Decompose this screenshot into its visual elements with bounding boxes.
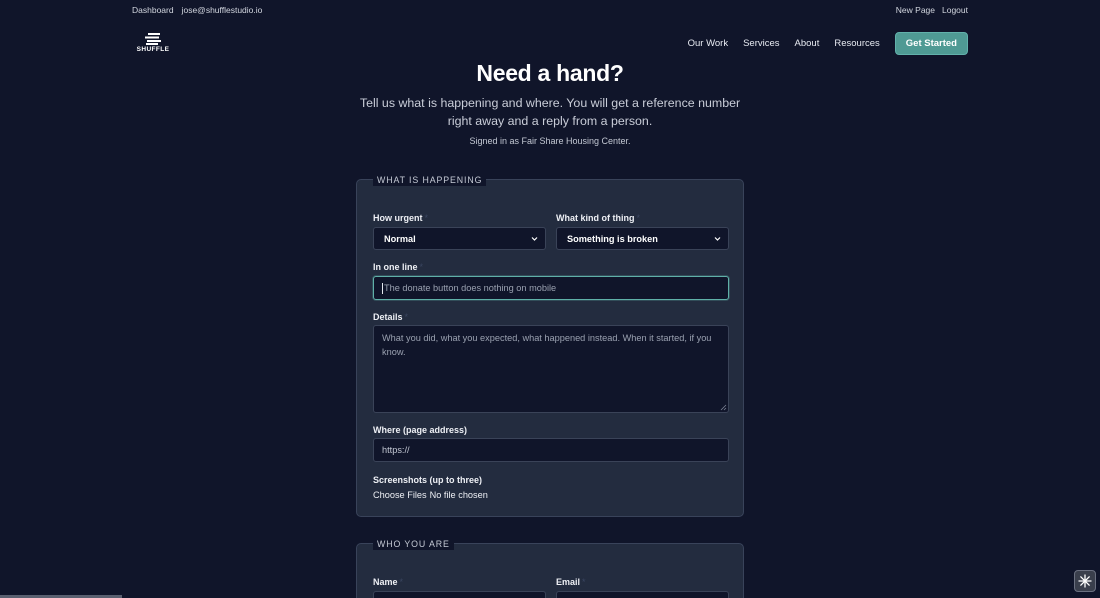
- where-label: Where (page address): [373, 425, 468, 435]
- nav-resources[interactable]: Resources: [834, 38, 879, 49]
- kind-label-text: What kind of thing: [556, 213, 635, 223]
- main-nav: Our Work Services About Resources Get St…: [688, 32, 968, 55]
- logout-link[interactable]: Logout: [942, 5, 968, 15]
- kind-select-value: Something is broken: [567, 233, 658, 244]
- new-page-link[interactable]: New Page: [896, 5, 935, 15]
- where-input[interactable]: https://: [373, 438, 729, 462]
- nav-our-work[interactable]: Our Work: [688, 38, 728, 49]
- email-label-text: Email: [556, 577, 581, 587]
- details-textarea[interactable]: What you did, what you expected, what ha…: [373, 325, 729, 413]
- fieldset-legend: WHO YOU ARE: [373, 538, 454, 550]
- name-label-text: Name: [373, 577, 398, 587]
- get-started-button[interactable]: Get Started: [894, 32, 968, 55]
- kind-select[interactable]: Something is broken: [556, 227, 729, 250]
- where-placeholder: https://: [382, 445, 410, 455]
- email-input[interactable]: [556, 591, 729, 598]
- required-mark: *: [404, 312, 409, 322]
- urgency-label-text: How urgent: [373, 213, 423, 223]
- urgency-label: How urgent *: [373, 213, 428, 223]
- details-label: Details *: [373, 312, 408, 322]
- oneline-label: In one line *: [373, 262, 423, 272]
- required-mark: *: [419, 262, 424, 272]
- user-email-link[interactable]: jose@shufflestudio.io: [182, 5, 263, 15]
- screenshots-label: Screenshots (up to three): [373, 475, 483, 485]
- nav-about[interactable]: About: [795, 38, 820, 49]
- resize-handle-icon[interactable]: [720, 404, 727, 411]
- required-mark: *: [399, 577, 404, 587]
- email-label: Email *: [556, 577, 586, 587]
- name-input[interactable]: [373, 591, 546, 598]
- urgency-select-value: Normal: [384, 233, 416, 244]
- choose-files-button[interactable]: Choose Files: [373, 490, 427, 500]
- screenshots-file-input[interactable]: Choose Files No file chosen: [373, 490, 488, 500]
- assistant-launcher-button[interactable]: [1074, 570, 1096, 592]
- details-label-text: Details: [373, 312, 403, 322]
- what-is-happening-fieldset: WHAT IS HAPPENING How urgent * Normal Wha…: [356, 174, 744, 517]
- fieldset-legend: WHAT IS HAPPENING: [373, 174, 487, 186]
- admin-bar-left: Dashboard jose@shufflestudio.io: [132, 5, 262, 15]
- required-mark: *: [582, 577, 586, 587]
- logo-text: SHUFFLE: [136, 46, 170, 53]
- details-placeholder: What you did, what you expected, what ha…: [382, 333, 712, 357]
- oneline-label-text: In one line: [373, 262, 418, 272]
- text-caret: [382, 282, 383, 294]
- required-mark: *: [636, 213, 640, 223]
- page-title: Need a hand?: [476, 60, 624, 86]
- sparkle-icon: [1078, 574, 1092, 588]
- oneline-input[interactable]: The donate button does nothing on mobile: [373, 276, 729, 300]
- admin-bar-right: New Page Logout: [896, 5, 968, 15]
- oneline-placeholder: The donate button does nothing on mobile: [384, 283, 557, 293]
- site-header: SHUFFLE Our Work Services About Resource…: [0, 30, 1100, 58]
- nav-services[interactable]: Services: [743, 38, 779, 49]
- kind-label: What kind of thing *: [556, 213, 640, 223]
- signed-in-notice: Signed in as Fair Share Housing Center.: [469, 136, 631, 146]
- urgency-select[interactable]: Normal: [373, 227, 546, 250]
- required-mark: *: [424, 213, 429, 223]
- no-file-chosen-text: No file chosen: [429, 490, 488, 500]
- chevron-down-icon: [714, 237, 721, 241]
- admin-bar: Dashboard jose@shufflestudio.io New Page…: [0, 0, 1100, 20]
- site-logo[interactable]: SHUFFLE: [136, 33, 170, 57]
- dashboard-link[interactable]: Dashboard: [132, 5, 174, 15]
- who-you-are-fieldset: WHO YOU ARE Name * Email *: [356, 538, 744, 598]
- shuffle-logo-icon: [145, 33, 161, 45]
- name-label: Name *: [373, 577, 403, 587]
- page-subtitle: Tell us what is happening and where. You…: [359, 96, 741, 128]
- chevron-down-icon: [531, 237, 538, 241]
